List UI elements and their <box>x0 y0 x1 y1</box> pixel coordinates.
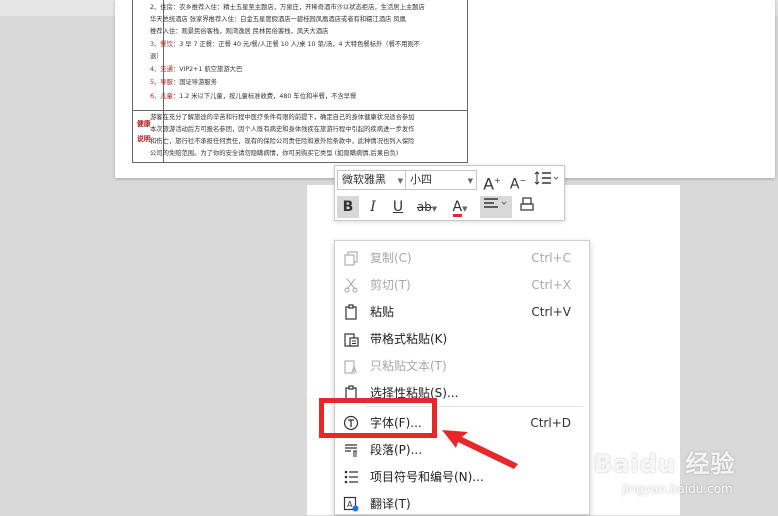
health-label: 健康 <box>137 120 151 128</box>
document-page[interactable]: 2、住房：农乡推荐入住：精士五星至主题店，万泉庄，开稀奇酒市沙以状态拒店，生活居… <box>115 0 775 178</box>
menu-shortcut: Ctrl+X <box>531 278 571 292</box>
paste-text-icon: A <box>344 360 358 374</box>
format-painter-icon <box>520 197 534 211</box>
align-left-icon <box>484 198 507 208</box>
document-text-line[interactable]: 退） <box>150 53 163 61</box>
font-size-value: 小四 <box>410 173 432 186</box>
document-text-line[interactable]: 5、导服：国证导游服务 <box>150 79 217 87</box>
document-text-line[interactable]: 6、儿童：1.2 米以下儿童，按儿童标准收费，480 车位和半餐，不含早餐 <box>150 93 356 101</box>
chevron-down-icon: ▼ <box>397 177 403 185</box>
menu-item-paste[interactable]: 粘贴 Ctrl+V <box>335 300 589 324</box>
line-spacing-button[interactable] <box>533 170 561 192</box>
watermark-brand: Baidu 经验 <box>594 450 736 478</box>
menu-label: 粘贴 <box>370 305 395 319</box>
highlight-icon: ab <box>416 200 432 214</box>
underline-button[interactable]: U <box>387 196 409 218</box>
menu-shortcut: Ctrl+D <box>530 416 571 430</box>
font-name-select[interactable]: 微软雅黑 ▼ <box>337 170 407 190</box>
menu-label: 带格式粘贴(K) <box>370 332 448 346</box>
shrink-font-button[interactable]: A− <box>507 170 529 193</box>
highlight-button[interactable]: ab▼ <box>413 196 441 218</box>
bullets-icon <box>344 470 358 484</box>
scissors-icon <box>344 278 358 293</box>
menu-shortcut: Ctrl+V <box>531 305 571 319</box>
menu-item-paste-formatted[interactable]: 带格式粘贴(K) <box>335 327 589 351</box>
italic-icon: I <box>370 199 376 215</box>
grow-font-icon: A <box>483 174 495 194</box>
bold-button[interactable]: B <box>337 196 359 218</box>
watermark-url: jingyan.baidu.com <box>622 482 733 496</box>
menu-label: 复制(C) <box>370 251 412 265</box>
annotation-arrow-icon <box>442 430 518 469</box>
floating-format-toolbar: 微软雅黑 ▼ 小四 ▼ A+ A− B I U ab▼ A▼ <box>334 165 565 221</box>
align-button[interactable] <box>480 196 512 218</box>
document-text-line[interactable]: 公司的免赔范围。为了你的安全请勿隐瞒病情，你可另购买它类型 (如隐瞒病情,后果自… <box>150 150 398 158</box>
menu-label: 翻译(T) <box>370 497 411 511</box>
grow-font-button[interactable]: A+ <box>481 170 503 194</box>
bold-icon: B <box>342 199 354 215</box>
paste-formatted-icon <box>344 333 359 347</box>
font-color-icon: A <box>452 199 463 217</box>
document-text-line[interactable]: 4、交通：VIP2+1 航空旅游大巴 <box>150 66 242 74</box>
watermark: Baidu 经验 jingyan.baidu.com <box>592 440 778 511</box>
document-text-line[interactable]: 推荐入住：观景民俗客栈，观湾逸居 民林民俗客栈，凤天大酒店 <box>150 28 328 36</box>
svg-text:A: A <box>351 366 358 374</box>
shrink-font-icon: A <box>509 176 520 193</box>
italic-button[interactable]: I <box>362 196 384 218</box>
table-row-divider <box>133 110 467 111</box>
menu-shortcut: Ctrl+C <box>531 251 571 265</box>
underline-icon: U <box>392 199 404 215</box>
menu-item-translate[interactable]: A 翻译(T) <box>335 492 589 516</box>
paragraph-icon <box>345 444 357 457</box>
svg-text:A: A <box>347 500 353 509</box>
translate-icon: A <box>343 496 359 512</box>
document-text-line[interactable]: 本次旅游活动后方可报名参团，因个人既有病史和身体残疾在旅游行程中引起的疾病进一步… <box>150 126 414 134</box>
font-color-button[interactable]: A▼ <box>445 196 475 218</box>
menu-label: 剪切(T) <box>370 278 411 292</box>
document-text-line[interactable]: 游客在充分了解旅途的辛苦和行程中医疗条件有限的前提下，确定自己的身体健康状况适合… <box>150 114 414 122</box>
menu-item-paste-text-only[interactable]: A 只粘贴文本(T) <box>335 354 589 378</box>
font-size-select[interactable]: 小四 ▼ <box>405 170 477 190</box>
menu-item-copy[interactable]: 复制(C) Ctrl+C <box>335 246 589 270</box>
menu-item-cut[interactable]: 剪切(T) Ctrl+X <box>335 273 589 297</box>
menu-label: 只粘贴文本(T) <box>370 359 447 373</box>
document-text-line[interactable]: 华天总统酒店 张家界推荐入住：白金五星度假酒店一碧桂园凤凰酒店或者有和糯江酒店 … <box>150 16 406 24</box>
paste-icon <box>345 304 357 320</box>
chevron-down-icon: ▼ <box>467 177 473 185</box>
format-painter-button[interactable] <box>516 196 538 218</box>
font-name-value: 微软雅黑 <box>342 173 386 186</box>
health-label: 说明 <box>137 135 151 143</box>
annotation-highlight-box <box>319 398 437 438</box>
menu-label: 段落(P)... <box>370 443 423 457</box>
document-text-line[interactable]: 2、住房：农乡推荐入住：精士五星至主题店，万泉庄，开稀奇酒市沙以状态拒店，生活居… <box>150 4 425 12</box>
menu-label: 项目符号和编号(N)... <box>370 470 484 484</box>
document-text-line[interactable]: 和伤亡，旅行社不承担任何责任，现有的保险公司责任险和意外险条款中，此种情况也列入… <box>150 138 414 146</box>
context-menu: 复制(C) Ctrl+C 剪切(T) Ctrl+X 粘贴 Ctrl+V 带格式粘… <box>334 240 590 515</box>
document-text-line[interactable]: 3、餐饮：3 早 7 正餐：正餐 40 元/餐/人正餐 10 人/桌 10 菜/… <box>150 41 420 49</box>
copy-icon <box>344 251 358 266</box>
line-spacing-icon <box>534 171 559 185</box>
